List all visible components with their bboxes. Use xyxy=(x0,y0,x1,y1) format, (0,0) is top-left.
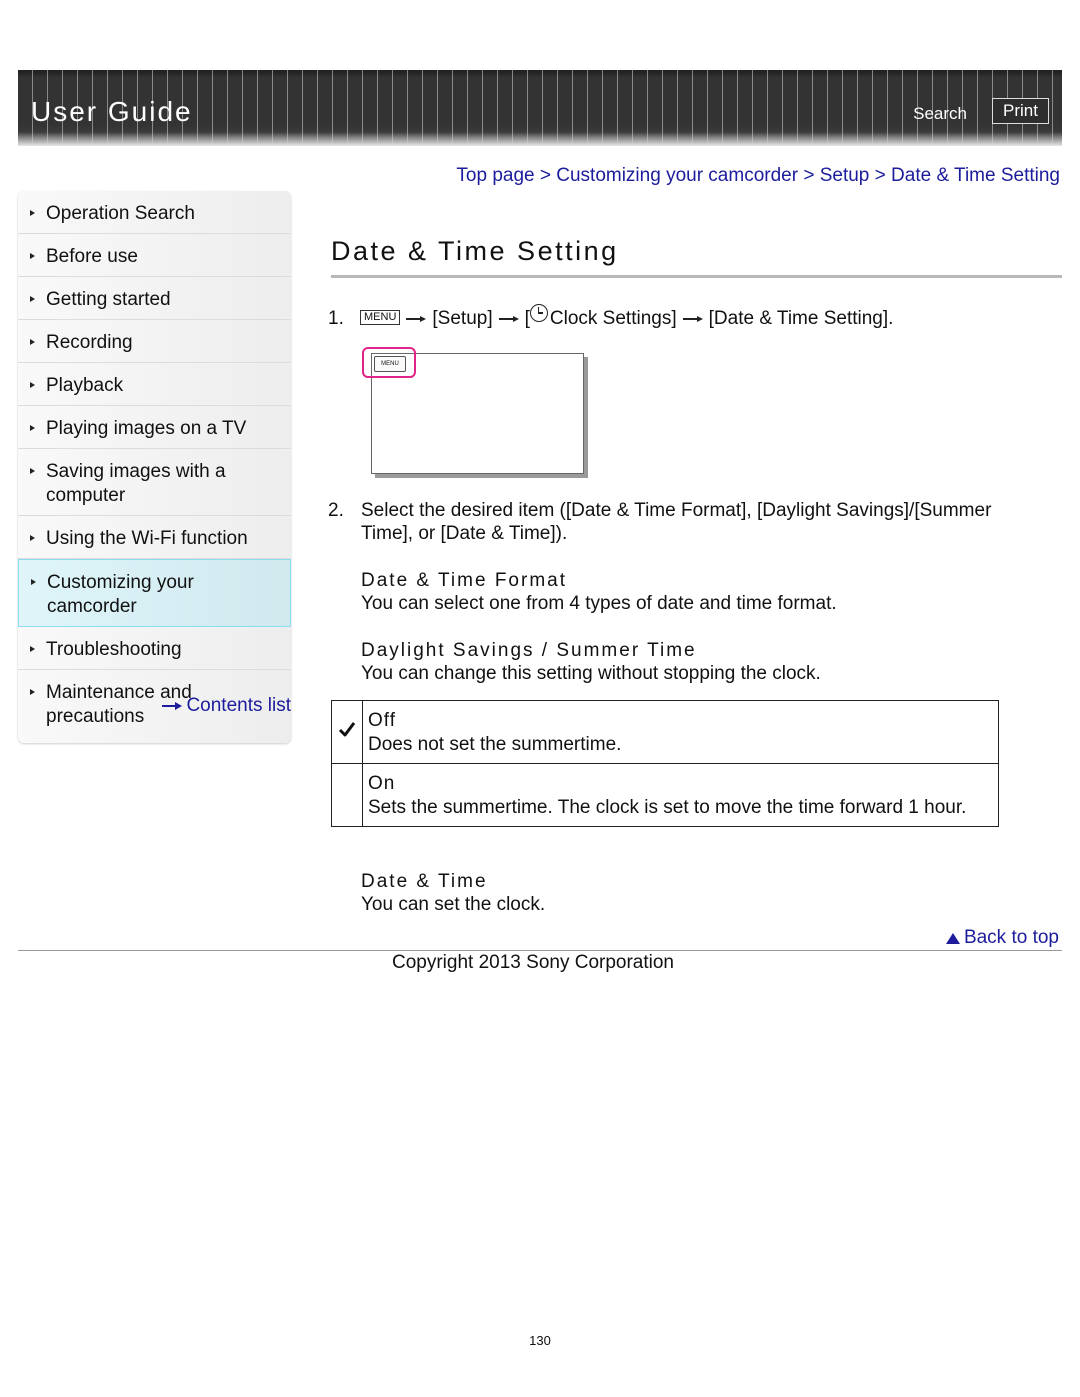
header-banner: User Guide Search Print xyxy=(18,70,1062,146)
triangle-right-icon xyxy=(30,296,35,302)
arrow-right-icon xyxy=(498,314,519,324)
sidebar-item-label: Playing images on a TV xyxy=(46,418,247,439)
option-desc: Sets the summertime. The clock is set to… xyxy=(368,797,967,818)
triangle-right-icon xyxy=(31,579,36,585)
sidebar-item-saving-images[interactable]: Saving images with a computer xyxy=(18,449,291,516)
arrow-right-icon xyxy=(406,314,427,324)
breadcrumb-separator: > xyxy=(874,165,892,186)
sidebar-item-label: Before use xyxy=(46,246,138,267)
title-divider xyxy=(331,275,1062,278)
triangle-up-icon xyxy=(945,932,960,944)
triangle-right-icon xyxy=(30,689,35,695)
copyright-text: Copyright 2013 Sony Corporation xyxy=(392,952,675,973)
step-2: 2. Select the desired item ([Date & Time… xyxy=(328,499,1028,545)
back-to-top-label: Back to top xyxy=(963,927,1059,948)
triangle-right-icon xyxy=(30,646,35,652)
sidebar-item-playing-images-tv[interactable]: Playing images on a TV xyxy=(18,406,291,449)
sidebar-item-label: Using the Wi-Fi function xyxy=(46,528,248,549)
sidebar-item-playback[interactable]: Playback xyxy=(18,363,291,406)
contents-list-label: Contents list xyxy=(186,695,291,716)
options-table: Off Does not set the summertime. On Sets… xyxy=(331,700,999,827)
sidebar-item-label: Operation Search xyxy=(46,203,195,224)
search-link[interactable]: Search xyxy=(913,104,967,124)
option-name: On xyxy=(368,773,396,794)
sidebar-item-label: Troubleshooting xyxy=(46,639,182,660)
arrow-right-icon xyxy=(682,314,703,324)
clock-icon xyxy=(529,304,548,322)
option-desc: Does not set the summertime. xyxy=(368,734,622,755)
step-number: 2. xyxy=(328,500,344,521)
step-2-text: Select the desired item ([Date & Time Fo… xyxy=(361,500,992,544)
item-heading-date-time-format: Date & Time Format xyxy=(361,570,567,591)
option-text-cell: Off Does not set the summertime. xyxy=(362,700,999,764)
menu-key-icon: MENU xyxy=(360,310,401,325)
item-heading-daylight-savings: Daylight Savings / Summer Time xyxy=(361,640,697,661)
option-name: Off xyxy=(368,710,396,731)
item-text-date-time: You can set the clock. xyxy=(361,894,546,915)
app-title: User Guide xyxy=(31,96,193,127)
sidebar-item-getting-started[interactable]: Getting started xyxy=(18,277,291,320)
sidebar-item-label: Getting started xyxy=(46,289,171,310)
sidebar-item-wifi[interactable]: Using the Wi-Fi function xyxy=(18,516,291,559)
step-target-text: [Date & Time Setting]. xyxy=(708,308,894,329)
step-setup-text: [Setup] xyxy=(432,308,493,329)
step-number: 1. xyxy=(328,308,344,329)
breadcrumb-customizing[interactable]: Customizing your camcorder xyxy=(556,165,798,186)
back-to-top-link[interactable]: Back to top xyxy=(945,927,1059,949)
camcorder-screen-illustration: MENU xyxy=(362,347,584,474)
footer-divider xyxy=(18,950,1062,951)
page-number: 130 xyxy=(529,1333,551,1348)
item-heading-date-time: Date & Time xyxy=(361,871,488,892)
breadcrumb-current[interactable]: Date & Time Setting xyxy=(891,165,1060,186)
sidebar-item-troubleshooting[interactable]: Troubleshooting xyxy=(18,627,291,670)
breadcrumb-top-page[interactable]: Top page xyxy=(456,165,534,186)
option-check-cell xyxy=(331,700,363,764)
option-check-cell xyxy=(331,763,363,827)
contents-list-link[interactable]: Contents list xyxy=(162,695,291,717)
breadcrumb-separator: > xyxy=(803,165,820,186)
sidebar-item-label: Recording xyxy=(46,332,133,353)
highlight-frame xyxy=(362,347,416,378)
sidebar-item-customizing[interactable]: Customizing your camcorder xyxy=(18,559,291,627)
sidebar-item-label: Customizing your camcorder xyxy=(47,572,194,617)
sidebar-item-label: Playback xyxy=(46,375,124,396)
option-row-on: On Sets the summertime. The clock is set… xyxy=(331,763,999,827)
breadcrumb: Top page > Customizing your camcorder > … xyxy=(456,165,1060,187)
print-button[interactable]: Print xyxy=(992,98,1049,124)
arrow-right-icon xyxy=(162,701,183,711)
page-title: Date & Time Setting xyxy=(331,236,619,266)
sidebar-item-recording[interactable]: Recording xyxy=(18,320,291,363)
triangle-right-icon xyxy=(30,535,35,541)
triangle-right-icon xyxy=(30,382,35,388)
triangle-right-icon xyxy=(30,253,35,259)
breadcrumb-separator: > xyxy=(539,165,557,186)
sidebar-item-operation-search[interactable]: Operation Search xyxy=(18,191,291,234)
sidebar-item-label: Saving images with a computer xyxy=(46,461,226,506)
triangle-right-icon xyxy=(30,425,35,431)
sidebar-nav: Operation Search Before use Getting star… xyxy=(18,191,291,743)
option-text-cell: On Sets the summertime. The clock is set… xyxy=(362,763,999,827)
breadcrumb-setup[interactable]: Setup xyxy=(820,165,870,186)
item-text-date-time-format: You can select one from 4 types of date … xyxy=(361,593,837,614)
sidebar-item-before-use[interactable]: Before use xyxy=(18,234,291,277)
triangle-right-icon xyxy=(30,339,35,345)
triangle-right-icon xyxy=(30,468,35,474)
triangle-right-icon xyxy=(30,210,35,216)
checkmark-icon xyxy=(338,722,356,737)
step-1: 1. MENU [Setup][Clock Settings] [Date & Tim… xyxy=(328,304,893,330)
option-row-off: Off Does not set the summertime. xyxy=(331,700,999,764)
step-clock-text: Clock Settings] xyxy=(549,308,677,329)
item-text-daylight-savings: You can change this setting without stop… xyxy=(361,663,821,684)
